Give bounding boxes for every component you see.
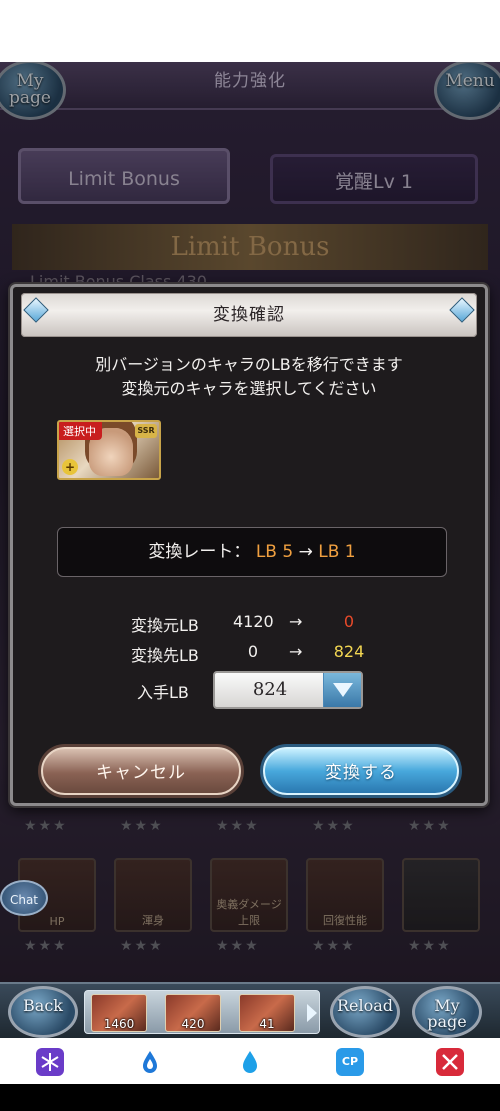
dialog-title: 変換確認 bbox=[21, 293, 477, 337]
water-drop-outline-icon[interactable] bbox=[136, 1048, 164, 1076]
dropdown-arrow-icon[interactable] bbox=[323, 673, 361, 707]
row-from: 4120 bbox=[233, 612, 274, 631]
item-strip: 1460 420 41 bbox=[84, 990, 320, 1034]
system-nav-strip bbox=[0, 1084, 500, 1111]
conversion-confirm-dialog: 変換確認 別バージョンのキャラのLBを移行できます 変換元のキャラを選択してくだ… bbox=[10, 284, 488, 806]
crossed-swords-icon[interactable] bbox=[436, 1048, 464, 1076]
source-lb-row: 変換元LB 4120 → 0 bbox=[13, 612, 491, 636]
rate-to: LB 1 bbox=[318, 542, 356, 562]
item-count: 420 bbox=[181, 1017, 205, 1031]
character-select-card[interactable]: 選択中 SSR + bbox=[57, 420, 161, 480]
message-line: 変換元のキャラを選択してください bbox=[121, 379, 377, 398]
snowflake-icon[interactable] bbox=[36, 1048, 64, 1076]
scroll-right-icon[interactable] bbox=[307, 1004, 317, 1022]
back-button[interactable]: Back bbox=[8, 986, 78, 1038]
dialog-message: 別バージョンのキャラのLBを移行できます 変換元のキャラを選択してください bbox=[13, 353, 485, 401]
row-label: 変換先LB bbox=[131, 646, 199, 665]
rarity-badge: SSR bbox=[135, 424, 157, 438]
row-arrow: → bbox=[289, 642, 303, 661]
item-slot[interactable]: 41 bbox=[239, 994, 295, 1032]
reload-button[interactable]: Reload bbox=[330, 986, 400, 1038]
row-to: 824 bbox=[333, 642, 365, 661]
rate-label: 変換レート： bbox=[148, 542, 251, 562]
chat-button[interactable]: Chat bbox=[0, 880, 48, 916]
obtain-lb-select[interactable]: 824 bbox=[213, 671, 363, 709]
bottom-bar: Back 1460 420 41 Reload My page bbox=[0, 982, 500, 1038]
item-count: 41 bbox=[259, 1017, 275, 1031]
row-label: 変換元LB bbox=[131, 616, 199, 635]
convert-button[interactable]: 変換する bbox=[263, 747, 459, 795]
item-slot[interactable]: 420 bbox=[165, 994, 221, 1032]
status-bar bbox=[0, 0, 500, 62]
message-line: 別バージョンのキャラのLBを移行できます bbox=[95, 355, 403, 374]
item-slot[interactable]: 1460 bbox=[91, 994, 147, 1032]
selected-tag: 選択中 bbox=[59, 422, 102, 440]
row-arrow: → bbox=[289, 612, 303, 631]
row-from: 0 bbox=[247, 642, 259, 661]
conversion-rate: 変換レート： LB 5 → LB 1 bbox=[57, 527, 447, 577]
item-count: 1460 bbox=[103, 1017, 135, 1031]
obtain-lb-value: 824 bbox=[252, 679, 288, 700]
game-screen: 能力強化 My page Menu Limit Bonus 覚醒Lv 1 Lim… bbox=[0, 62, 500, 1038]
my-page-button-bottom[interactable]: My page bbox=[412, 986, 482, 1038]
row-to: 0 bbox=[343, 612, 355, 631]
cancel-button[interactable]: キャンセル bbox=[41, 747, 241, 795]
rate-from: LB 5 bbox=[255, 542, 294, 562]
plus-icon: + bbox=[62, 459, 78, 475]
water-drop-icon[interactable] bbox=[236, 1048, 264, 1076]
cp-icon[interactable]: CP bbox=[336, 1048, 364, 1076]
target-lb-row: 変換先LB 0 → 824 bbox=[13, 642, 491, 666]
obtain-lb-label: 入手LB bbox=[137, 683, 189, 702]
app-icon-bar: CP bbox=[0, 1038, 500, 1084]
rate-arrow: → bbox=[298, 542, 313, 562]
